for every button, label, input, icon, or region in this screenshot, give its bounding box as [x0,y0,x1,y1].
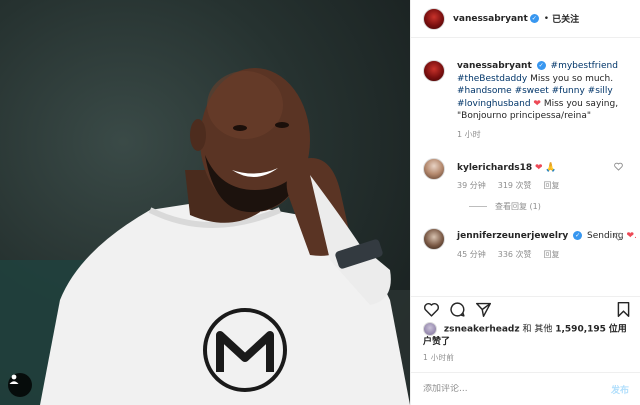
caption-time[interactable]: 1 小时 [457,129,481,140]
action-bar [411,296,640,322]
heart-outline-icon[interactable] [423,301,440,322]
post-header: vanessabryant ✓ • 已关注 [411,0,640,38]
author-avatar[interactable] [423,7,445,30]
comments-list[interactable]: vanessabryant ✓ #mybestfriend #theBestda… [411,48,640,288]
caption-meta: 1 小时 [457,129,640,140]
commenter-avatar[interactable] [423,157,445,180]
comment-meta: 39 分钟 319 次赞 回复 [457,180,640,191]
caption: vanessabryant ✓ #mybestfriend #theBestda… [411,60,640,140]
reply-button[interactable]: 回复 [544,249,560,260]
hashtag[interactable]: #funny [552,86,585,96]
likes-count[interactable]: 1,590,195 [555,325,606,335]
add-comment-bar: 发布 [411,372,640,405]
liker-avatar[interactable] [423,322,437,336]
comment-emoji: ❤. [626,231,637,241]
author-username[interactable]: vanessabryant [453,14,528,24]
hashtag[interactable]: #silly [588,86,613,96]
commenter-username[interactable]: jenniferzeunerjewelry [457,231,568,241]
post-side-panel: vanessabryant ✓ • 已关注 vanessabryant ✓ #m… [410,0,640,405]
likes-summary: zsneakerheadz 和 其他 1,590,195 位用户赞了 [423,322,633,348]
heart-emoji-icon: ❤ [533,98,541,109]
caption-avatar[interactable] [423,60,445,82]
comment-emoji: ❤ 🙏 [535,162,557,173]
commenter-avatar[interactable] [423,228,445,250]
paper-plane-icon[interactable] [475,301,492,322]
photo-illustration [0,68,410,405]
caption-username[interactable]: vanessabryant [457,61,532,71]
person-icon[interactable] [8,373,32,397]
caption-text: vanessabryant ✓ #mybestfriend #theBestda… [457,60,637,123]
liker-username[interactable]: zsneakerheadz [444,325,520,335]
comment-item: jenniferzeunerjewelry ✓ Sending ❤. 45 分钟… [411,228,640,260]
separator-dot: • [543,13,550,24]
comment-text: jenniferzeunerjewelry ✓ Sending ❤. [457,228,637,243]
comment-time[interactable]: 39 分钟 [457,180,486,191]
verified-icon: ✓ [529,14,539,23]
likes-connector: 和 其他 [522,324,553,335]
comment-item: kylerichards18 ❤ 🙏 39 分钟 319 次赞 回复 查看回复 … [411,157,640,213]
hashtag[interactable]: #sweet [515,86,549,96]
hashtag[interactable]: #handsome [457,86,512,96]
bookmark-icon[interactable] [616,301,631,322]
caption-sentence: Miss you so much. [530,73,614,84]
reply-button[interactable]: 回复 [544,180,560,191]
view-replies-label: 查看回复 (1) [495,202,541,211]
post-timestamp[interactable]: 1 小时前 [423,352,454,363]
commenter-username[interactable]: kylerichards18 [457,163,532,173]
comment-input[interactable] [423,384,611,394]
comment-likes[interactable]: 319 次赞 [498,180,532,191]
comment-time[interactable]: 45 分钟 [457,249,486,260]
comment-text: kylerichards18 ❤ 🙏 [457,158,637,175]
small-heart-icon[interactable] [614,162,623,173]
verified-icon: ✓ [573,231,583,240]
hashtag[interactable]: #theBestdaddy [457,74,527,84]
comment-icon[interactable] [449,301,466,322]
small-heart-icon[interactable] [614,232,623,243]
reply-divider [469,206,487,207]
post-comment-button[interactable]: 发布 [611,383,629,396]
verified-icon: ✓ [536,61,546,70]
comment-meta: 45 分钟 336 次赞 回复 [457,249,640,260]
comment-likes[interactable]: 336 次赞 [498,249,532,260]
post-photo[interactable] [0,0,410,405]
hashtag[interactable]: #lovinghusband [457,99,531,109]
view-replies-button[interactable]: 查看回复 (1) [469,201,640,212]
hashtag[interactable]: #mybestfriend [551,61,618,71]
follow-button[interactable]: 已关注 [552,12,579,25]
